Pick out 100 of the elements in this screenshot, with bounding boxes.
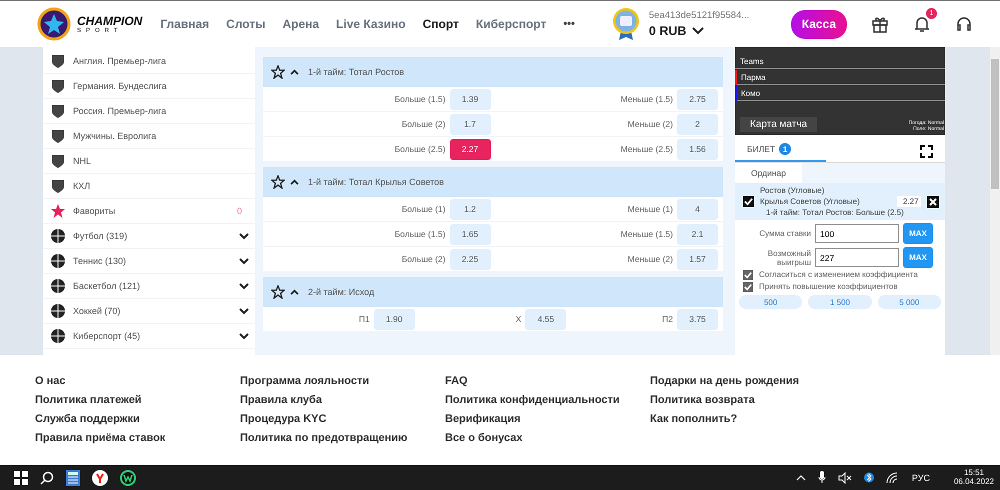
footer-link[interactable]: Подарки на день рождения	[650, 375, 855, 388]
nav-link[interactable]: Слоты	[226, 17, 266, 31]
close-icon[interactable]	[927, 196, 939, 208]
calculator-icon[interactable]	[66, 470, 80, 486]
sidebar-item[interactable]: Германия. Бундеслига	[43, 74, 255, 99]
odds-button[interactable]: 1.90	[374, 308, 415, 330]
nav-link[interactable]: Главная	[160, 17, 210, 31]
sidebar-item[interactable]: Футбол (319)	[43, 224, 255, 249]
footer-link[interactable]: Правила приёма ставок	[35, 432, 240, 444]
quick-amount-button[interactable]: 1 500	[808, 295, 872, 309]
chevron-up-icon[interactable]	[290, 69, 299, 75]
app-icon[interactable]	[120, 470, 136, 486]
market-header[interactable]: 1-й тайм: Тотал Ростов	[263, 57, 723, 87]
footer-link[interactable]: Служба поддержки	[35, 413, 240, 426]
odds-button[interactable]: 1.39	[450, 88, 490, 110]
balance-dropdown[interactable]: 0 RUB	[648, 24, 771, 38]
odds-button[interactable]: 4.55	[525, 308, 566, 330]
speaker-muted-icon[interactable]	[838, 472, 852, 484]
odds-button[interactable]: 2.75	[677, 88, 718, 110]
footer-link[interactable]: Все о бонусах	[445, 432, 650, 444]
sidebar-item[interactable]: Фавориты 0	[43, 199, 255, 224]
chevron-down-icon[interactable]	[239, 232, 249, 240]
bet-checkbox[interactable]	[743, 196, 754, 207]
chevron-down-icon[interactable]	[239, 258, 249, 264]
keyboard-language[interactable]: РУС	[912, 472, 930, 482]
sidebar-item[interactable]: Хоккей (70)	[43, 299, 255, 324]
team-name: Комо	[741, 88, 760, 98]
bet-team: Крылья Советов (Угловые)	[760, 197, 860, 206]
microphone-icon[interactable]	[818, 471, 826, 484]
odds-button[interactable]: 2.25	[450, 248, 490, 270]
footer-link[interactable]: Программа лояльности	[240, 375, 445, 388]
nav-link[interactable]: Арена	[282, 17, 320, 31]
headset-icon[interactable]	[954, 15, 973, 33]
option-checkbox[interactable]	[743, 282, 753, 292]
market-header[interactable]: 1-й тайм: Тотал Крылья Советов	[263, 167, 723, 197]
sidebar-item[interactable]: Киберспорт (45)	[43, 324, 255, 349]
market-header[interactable]: 2-й тайм: Исход	[263, 277, 723, 307]
search-icon[interactable]	[40, 470, 54, 484]
star-outline-icon[interactable]	[271, 175, 285, 189]
chevron-up-icon[interactable]	[290, 289, 299, 295]
odds-button[interactable]: 2	[677, 114, 718, 134]
nav-link[interactable]: Live Казино	[336, 17, 406, 31]
sidebar-item[interactable]: Англия. Премьер-лига	[43, 49, 255, 74]
footer-link[interactable]: Верификация	[445, 413, 650, 426]
clock-date[interactable]: 06.04.2022	[954, 478, 994, 486]
footer-link[interactable]: Политика по предотвращению	[240, 432, 445, 444]
bell-icon[interactable]	[912, 15, 931, 33]
quick-amount-button[interactable]: 500	[739, 295, 802, 309]
windows-start-icon[interactable]	[14, 470, 28, 484]
sidebar-item[interactable]: Мужчины. Евролига	[43, 124, 255, 149]
single-bet-tab[interactable]: Ординар	[735, 163, 802, 183]
star-outline-icon[interactable]	[271, 65, 285, 79]
nav-link[interactable]: Спорт	[422, 17, 459, 31]
footer-link[interactable]: Правила клуба	[240, 394, 445, 406]
outcome-label: Больше (1.5)	[394, 94, 446, 104]
amount-field[interactable]: 227	[815, 248, 899, 267]
footer-link[interactable]: Политика платежей	[35, 394, 240, 406]
scrollbar-thumb[interactable]	[991, 59, 999, 189]
amount-field[interactable]: 100	[815, 224, 899, 243]
odds-button[interactable]: 2.1	[677, 224, 718, 244]
clock-time[interactable]: 15:51	[964, 468, 984, 478]
sidebar-item[interactable]: NHL	[43, 149, 255, 174]
more-menu[interactable]: •••	[563, 18, 575, 30]
odds-button[interactable]: 2.27	[450, 138, 490, 160]
sidebar-item[interactable]: Баскетбол (121)	[43, 274, 255, 299]
chevron-down-icon[interactable]	[239, 282, 249, 290]
chevron-down-icon[interactable]	[239, 308, 249, 314]
option-checkbox[interactable]	[743, 270, 753, 280]
sidebar-label: Германия. Бундеслига	[73, 81, 168, 91]
footer-link[interactable]: Политика возврата	[650, 394, 855, 406]
gift-icon[interactable]	[870, 15, 889, 33]
avatar-badge-icon[interactable]	[610, 7, 641, 41]
sidebar-item[interactable]: Россия. Премьер-лига	[43, 99, 255, 124]
match-map-button[interactable]: Карта матча	[740, 117, 818, 132]
cashier-button[interactable]: Касса	[790, 10, 847, 38]
footer-link[interactable]: FAQ	[445, 375, 650, 388]
chevron-up-icon[interactable]	[290, 179, 299, 185]
star-outline-icon[interactable]	[271, 285, 285, 299]
sidebar-item[interactable]: Теннис (130)	[43, 249, 255, 274]
wifi-icon[interactable]	[886, 472, 900, 484]
footer-link[interactable]: О нас	[35, 375, 240, 388]
fullscreen-icon[interactable]	[920, 144, 933, 158]
odds-button[interactable]: 4	[677, 198, 718, 220]
footer-link[interactable]: Политика конфиденциальности	[445, 394, 650, 406]
league-emblem-icon	[50, 128, 66, 144]
browser-icon[interactable]	[92, 470, 108, 486]
chevron-down-icon[interactable]	[239, 332, 249, 340]
odds-button[interactable]: 1.65	[450, 224, 490, 244]
footer-link[interactable]: Процедура KYC	[240, 413, 445, 426]
odds-button[interactable]: 1.7	[450, 114, 490, 134]
sidebar-label: Хоккей (70)	[73, 306, 122, 316]
quick-amount-button[interactable]: 5 000	[878, 295, 941, 309]
nav-link[interactable]: Киберспорт	[476, 17, 546, 31]
odds-button[interactable]: 3.75	[677, 308, 718, 330]
bluetooth-icon[interactable]	[864, 471, 874, 484]
odds-button[interactable]: 1.57	[677, 248, 718, 270]
footer-link[interactable]: Как пополнить?	[650, 413, 855, 426]
odds-button[interactable]: 1.56	[677, 138, 718, 160]
sidebar-item[interactable]: КХЛ	[43, 174, 255, 199]
odds-button[interactable]: 1.2	[450, 198, 490, 220]
